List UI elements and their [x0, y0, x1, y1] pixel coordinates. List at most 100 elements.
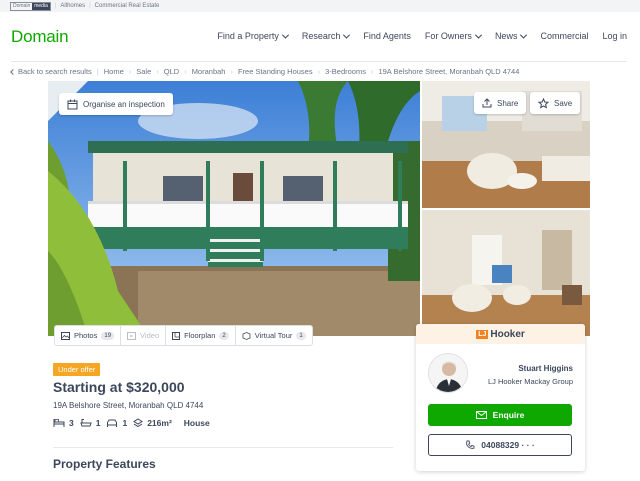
nav-label: Commercial: [540, 31, 589, 41]
nav-research[interactable]: Research: [301, 31, 351, 41]
save-button[interactable]: Save: [530, 92, 581, 114]
save-label: Save: [554, 98, 573, 108]
agent-name[interactable]: Stuart Higgins: [518, 364, 573, 373]
commercial-real-estate-link[interactable]: Commercial Real Estate: [95, 3, 160, 9]
strip-separator: |: [54, 3, 57, 9]
nav-items: Find a Property Research Find Agents For…: [217, 31, 627, 41]
crumb-bedrooms[interactable]: 3-Bedrooms: [325, 67, 366, 76]
beds-count: 3: [69, 418, 74, 428]
land-size: 216m²: [147, 418, 172, 428]
lounge-room-image: [422, 210, 590, 336]
tab-floorplan[interactable]: Floorplan 2: [166, 326, 236, 345]
agency-logo-mark: LJ: [476, 329, 489, 339]
nav-log-in[interactable]: Log in: [602, 31, 627, 41]
tab-label: Floorplan: [184, 331, 216, 340]
chevron-down-icon: [520, 31, 528, 39]
tab-virtual-tour[interactable]: Virtual Tour 1: [236, 326, 312, 345]
crumb-home[interactable]: Home: [104, 67, 124, 76]
nav-label: Research: [301, 31, 341, 41]
allhomes-link[interactable]: Allhomes: [60, 3, 85, 9]
nav-commercial[interactable]: Commercial: [540, 31, 588, 41]
tour-icon: [242, 331, 251, 340]
share-icon: [482, 98, 492, 108]
brand-media: media: [32, 2, 50, 10]
floorplan-count-badge: 2: [219, 331, 229, 340]
agent-company: LJ Hooker Mackay Group: [487, 377, 573, 386]
property-type-label: House: [183, 418, 210, 428]
nav-news[interactable]: News: [495, 31, 528, 41]
photo-count-badge: 19: [101, 331, 115, 340]
crumb-separator: ›: [184, 67, 187, 76]
photo-icon: [61, 331, 70, 340]
phone-number: 04088329 · · ·: [481, 440, 535, 450]
tour-count-badge: 1: [296, 331, 306, 340]
organise-inspection-button[interactable]: Organise an inspection: [59, 93, 173, 115]
bath-icon: [80, 419, 92, 427]
beds-feature: 3: [53, 418, 74, 428]
chevron-down-icon: [474, 31, 482, 39]
tab-label: Video: [140, 331, 160, 340]
agent-photo: [429, 354, 467, 392]
nav-find-a-property[interactable]: Find a Property: [217, 31, 289, 41]
back-label: Back to search results: [18, 67, 92, 76]
crumb-suburb[interactable]: Moranbah: [192, 67, 226, 76]
bed-icon: [53, 419, 65, 427]
nav-label: For Owners: [424, 31, 472, 41]
nav-find-agents[interactable]: Find Agents: [363, 31, 411, 41]
chevron-down-icon: [343, 31, 351, 39]
main-nav: Domain Find a Property Research Find Age…: [0, 18, 640, 58]
domain-logo[interactable]: Domain: [11, 27, 69, 47]
crumb-separator: |: [96, 67, 99, 76]
nav-label: Find a Property: [217, 31, 279, 41]
agent-card: LJ Hooker Stuart Higgins LJ Hooker Mackay…: [416, 324, 585, 471]
brand-domain: Domain: [13, 2, 31, 9]
photo-gallery: Organise an inspection Share Save: [48, 81, 590, 336]
listing-address: 19A Belshore Street, Moranbah QLD 4744: [53, 401, 204, 410]
car-icon: [107, 419, 118, 427]
agency-banner[interactable]: LJ Hooker: [416, 324, 585, 344]
nav-label: Find Agents: [363, 31, 411, 41]
calendar-icon: [67, 99, 78, 109]
listing-price: Starting at $320,000: [53, 379, 185, 395]
phone-icon: [466, 440, 475, 449]
crumb-property-type[interactable]: Free Standing Houses: [238, 67, 313, 76]
chevron-down-icon: [281, 31, 289, 39]
reveal-phone-button[interactable]: 04088329 · · ·: [428, 434, 572, 456]
tab-label: Photos: [74, 331, 98, 340]
domain-media-logo[interactable]: Domain media: [10, 1, 51, 11]
crumb-sale[interactable]: Sale: [136, 67, 151, 76]
crumb-separator: ›: [156, 67, 159, 76]
house-exterior-image: [48, 81, 420, 336]
land-size-icon: [133, 418, 144, 428]
enquire-button[interactable]: Enquire: [428, 404, 572, 426]
video-icon: [127, 331, 137, 340]
parking-count: 1: [122, 418, 128, 428]
nav-for-owners[interactable]: For Owners: [424, 31, 482, 41]
breadcrumb: Back to search results | Home › Sale › QLD…: [10, 67, 519, 76]
agent-avatar[interactable]: [428, 353, 468, 393]
envelope-icon: [475, 411, 487, 419]
enquire-label: Enquire: [492, 410, 525, 420]
main-photo[interactable]: Organise an inspection: [48, 81, 420, 336]
baths-count: 1: [95, 418, 101, 428]
crumb-separator: ›: [128, 67, 132, 76]
land-feature: 216m²: [133, 418, 172, 428]
crumb-separator: ›: [230, 67, 233, 76]
agency-logo-text: Hooker: [490, 328, 525, 340]
inspection-label: Organise an inspection: [83, 99, 165, 109]
gallery-thumb-lounge[interactable]: [422, 210, 590, 336]
back-to-search-link[interactable]: Back to search results: [10, 67, 92, 76]
top-strip: Domain media | Allhomes | Commercial Real…: [0, 0, 640, 12]
baths-feature: 1: [80, 418, 101, 428]
tab-photos[interactable]: Photos 19: [55, 326, 122, 345]
section-divider: [53, 447, 393, 448]
floorplan-icon: [172, 331, 181, 340]
nav-label: Log in: [602, 31, 627, 41]
share-button[interactable]: Share: [474, 92, 527, 114]
strip-separator: |: [89, 3, 91, 9]
parking-feature: 1: [106, 418, 127, 428]
chevron-left-icon: [10, 68, 16, 75]
property-features-heading: Property Features: [53, 457, 156, 471]
crumb-state[interactable]: QLD: [164, 67, 179, 76]
crumb-separator: ›: [317, 67, 321, 76]
